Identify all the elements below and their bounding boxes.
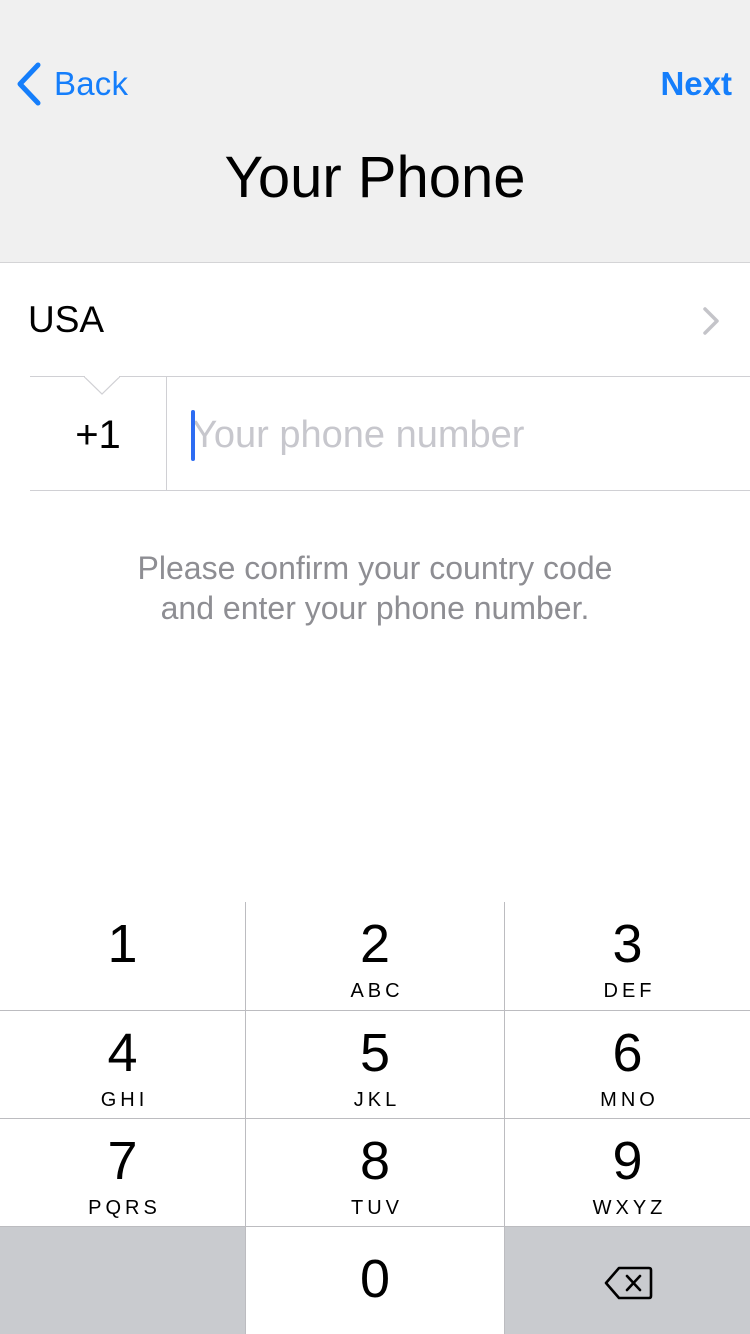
backspace-icon xyxy=(604,1266,652,1300)
key-digit: 0 xyxy=(359,1249,391,1309)
key-0[interactable]: 0 xyxy=(246,1227,504,1334)
key-digit: 1 xyxy=(107,914,138,974)
key-letters: TUV xyxy=(351,1197,403,1219)
country-name: USA xyxy=(28,299,105,340)
instruction-text: Please confirm your country code and ent… xyxy=(0,548,750,628)
back-label: Back xyxy=(54,65,129,102)
text-cursor xyxy=(191,410,195,461)
next-button[interactable]: Next xyxy=(660,62,732,106)
navigation-bar: Back Next Your Phone xyxy=(0,0,750,263)
key-digit: 3 xyxy=(612,914,643,974)
key-digit: 4 xyxy=(107,1023,138,1083)
key-digit: 8 xyxy=(359,1131,391,1191)
country-selector[interactable]: USA xyxy=(0,264,750,376)
keypad-divider xyxy=(0,1226,750,1227)
divider xyxy=(30,376,750,377)
chevron-left-icon xyxy=(17,62,41,106)
key-letters: WXYZ xyxy=(592,1197,667,1219)
divider xyxy=(30,490,750,491)
key-2[interactable]: 2 ABC xyxy=(246,902,504,1010)
key-digit: 9 xyxy=(612,1131,643,1191)
key-5[interactable]: 5 JKL xyxy=(246,1011,504,1118)
phone-number-input[interactable] xyxy=(180,405,740,465)
key-letters: JKL xyxy=(353,1089,401,1111)
keypad-divider xyxy=(0,1118,750,1119)
divider-vertical xyxy=(166,377,167,490)
key-letters: ABC xyxy=(350,980,404,1002)
key-letters: DEF xyxy=(603,980,656,1002)
page-title: Your Phone xyxy=(224,145,526,210)
instruction-line-1: Please confirm your country code xyxy=(137,550,613,586)
key-digit: 2 xyxy=(359,914,391,974)
key-8[interactable]: 8 TUV xyxy=(246,1119,504,1226)
key-3[interactable]: 3 DEF xyxy=(505,902,750,1010)
keypad-divider xyxy=(0,1010,750,1011)
key-7[interactable]: 7 PQRS xyxy=(0,1119,245,1226)
key-digit: 5 xyxy=(359,1023,391,1083)
delete-key[interactable] xyxy=(505,1227,750,1334)
key-blank xyxy=(0,1227,245,1334)
key-4[interactable]: 4 GHI xyxy=(0,1011,245,1118)
numeric-keypad: 1 2 ABC 3 DEF 4 GHI 5 JKL 6 MNO 7 PQRS 8… xyxy=(0,902,750,1334)
country-pointer-notch xyxy=(84,376,120,395)
key-digit: 6 xyxy=(612,1023,643,1083)
back-button[interactable]: Back xyxy=(14,58,128,110)
key-digit: 7 xyxy=(107,1131,138,1191)
key-letters: PQRS xyxy=(88,1197,161,1219)
key-9[interactable]: 9 WXYZ xyxy=(505,1119,750,1226)
key-letters: GHI xyxy=(100,1089,149,1111)
country-code-field[interactable]: +1 xyxy=(30,412,166,458)
instruction-line-2: and enter your phone number. xyxy=(160,590,590,626)
key-6[interactable]: 6 MNO xyxy=(505,1011,750,1118)
key-letters: MNO xyxy=(600,1089,659,1111)
chevron-right-icon xyxy=(703,307,719,335)
key-1[interactable]: 1 xyxy=(0,902,245,1010)
